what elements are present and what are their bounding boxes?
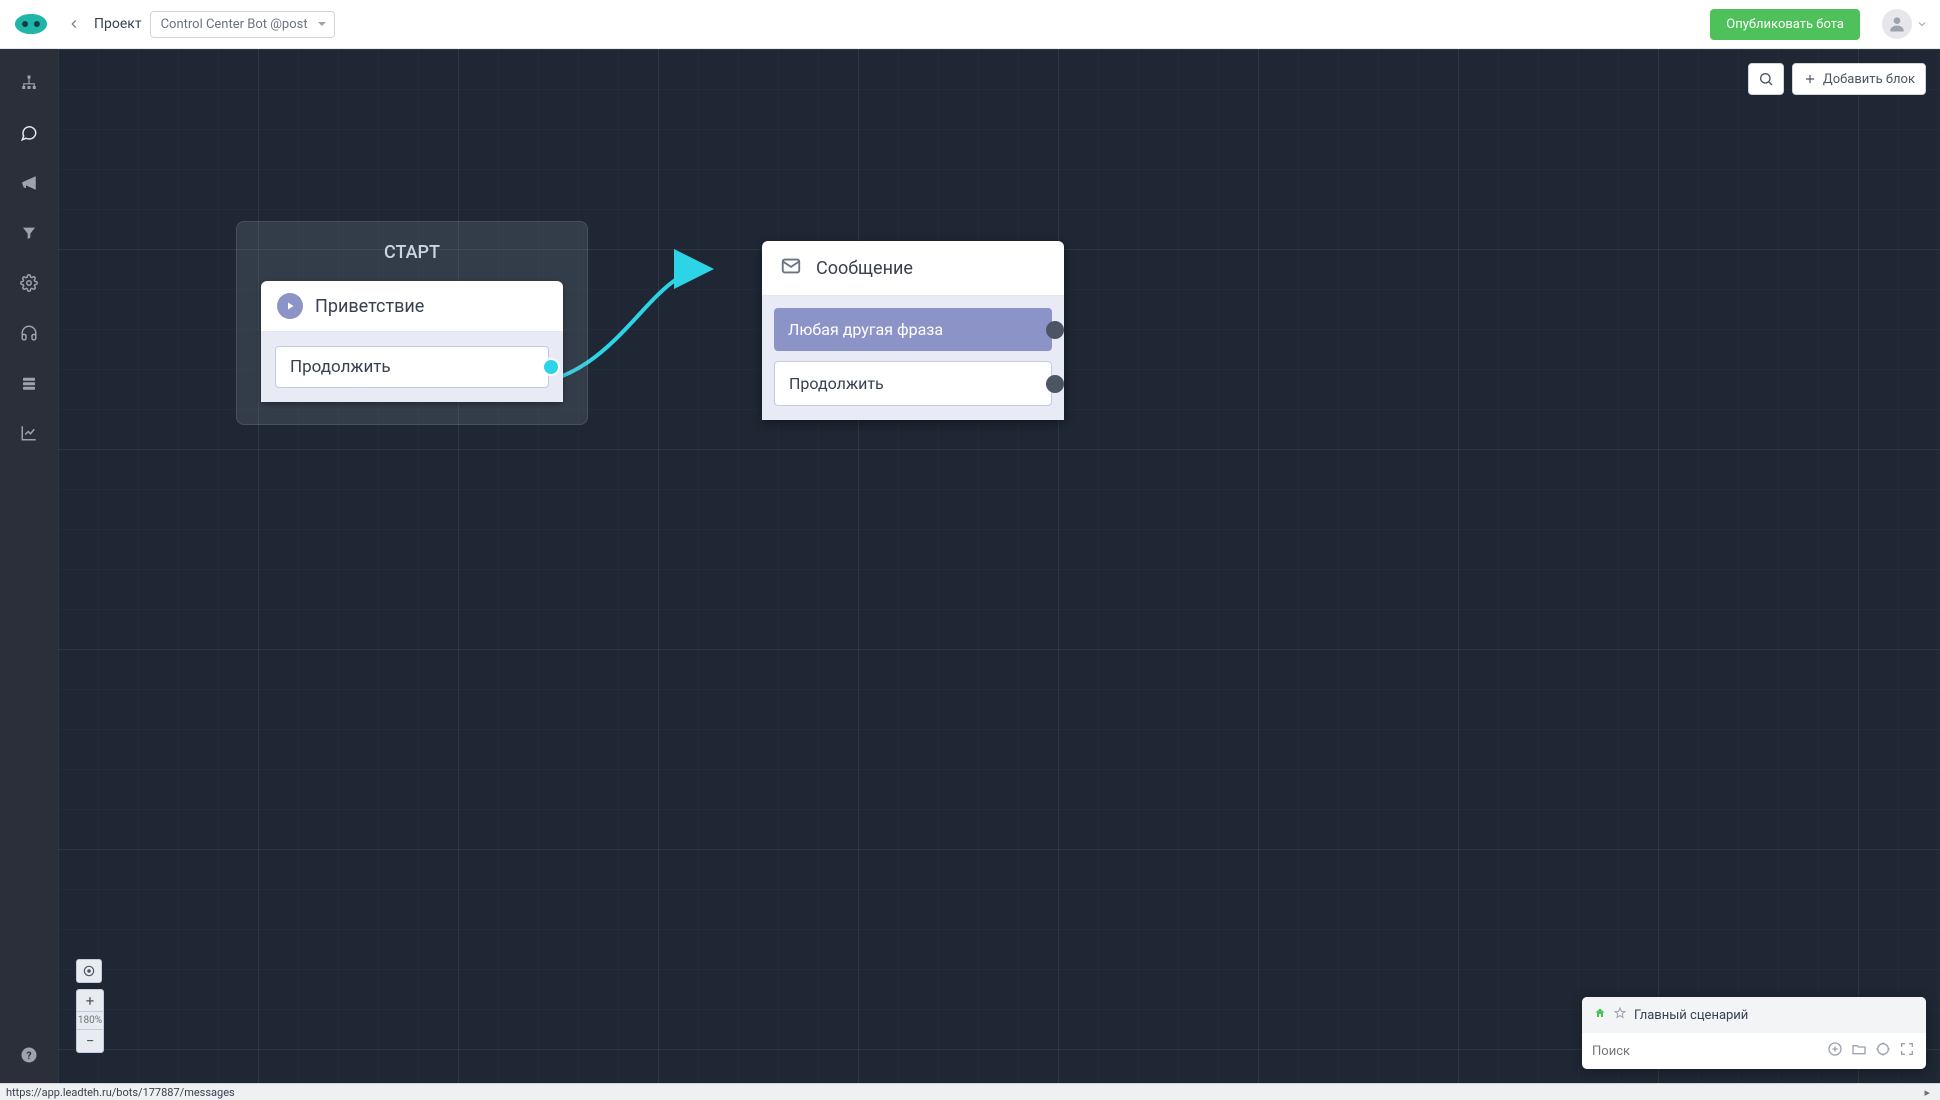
app-header: Проект Control Center Bot @post Опублико… [0, 0, 1940, 49]
scenario-panel: Главный сценарий [1582, 997, 1926, 1069]
scenario-title: Главный сценарий [1634, 1008, 1748, 1023]
project-selector[interactable]: Control Center Bot @post [150, 11, 335, 38]
start-group[interactable]: СТАРТ Приветствие Продолжить [236, 221, 588, 425]
avatar [1882, 9, 1912, 39]
sidebar-item-settings[interactable] [13, 267, 45, 299]
locate-button[interactable] [76, 959, 102, 983]
sidebar-item-database[interactable] [13, 367, 45, 399]
sidebar-item-broadcast[interactable] [13, 167, 45, 199]
back-button[interactable] [62, 12, 86, 36]
folder-icon[interactable] [1850, 1041, 1868, 1061]
sidebar-item-filter[interactable] [13, 217, 45, 249]
message-node-header: Сообщение [762, 241, 1064, 296]
add-block-button[interactable]: Добавить блок [1792, 63, 1926, 95]
user-menu[interactable] [1882, 9, 1928, 39]
project-label: Проект [94, 16, 142, 32]
start-group-title: СТАРТ [261, 242, 563, 263]
connector-line [58, 49, 1940, 1083]
continue-action-label: Продолжить [290, 357, 391, 377]
scenario-header[interactable]: Главный сценарий [1582, 997, 1926, 1033]
mail-icon [780, 255, 802, 281]
publish-button[interactable]: Опубликовать бота [1710, 9, 1860, 40]
left-sidebar: ? Сообщения [0, 49, 58, 1083]
message-row-2[interactable]: Продолжить [774, 361, 1052, 406]
sidebar-item-structure[interactable] [13, 67, 45, 99]
canvas-toolbar: Добавить блок [1748, 63, 1926, 95]
greeting-node-title: Приветствие [315, 296, 424, 317]
home-icon [1594, 1007, 1606, 1023]
zoom-in-button[interactable]: + [77, 990, 103, 1012]
status-url: https://app.leadteh.ru/bots/177887/messa… [6, 1086, 235, 1099]
add-block-label: Добавить блок [1823, 72, 1915, 87]
greeting-node-header: Приветствие [261, 281, 563, 332]
message-row-1[interactable]: Любая другая фраза [774, 308, 1052, 351]
sidebar-item-support[interactable] [13, 317, 45, 349]
output-port[interactable] [542, 358, 560, 376]
zoom-out-button[interactable]: − [77, 1030, 103, 1052]
greeting-node-body: Продолжить [261, 332, 563, 402]
sidebar-item-analytics[interactable] [13, 417, 45, 449]
help-button[interactable]: ? [13, 1039, 45, 1071]
status-bar: https://app.leadteh.ru/bots/177887/messa… [0, 1083, 1940, 1100]
chevron-down-icon [1916, 15, 1928, 34]
project-name: Control Center Bot @post [161, 17, 308, 32]
zoom-level: 180% [77, 1012, 103, 1030]
any-phrase-pill: Любая другая фраза [774, 308, 1052, 351]
star-icon [1614, 1007, 1626, 1023]
continue-action[interactable]: Продолжить [275, 346, 549, 388]
add-circle-icon[interactable] [1826, 1041, 1844, 1061]
scenario-search-row [1582, 1033, 1926, 1069]
output-port[interactable] [1046, 321, 1064, 339]
flow-canvas[interactable]: Добавить блок СТАРТ Приветствие [58, 49, 1940, 1083]
play-icon [277, 293, 303, 319]
svg-text:?: ? [26, 1049, 31, 1062]
message-node-title: Сообщение [816, 258, 913, 279]
message-node[interactable]: Сообщение Любая другая фраза Продолжить [762, 241, 1064, 420]
message-node-body: Любая другая фраза Продолжить [762, 296, 1064, 420]
sidebar-item-messages[interactable] [13, 117, 45, 149]
search-button[interactable] [1748, 63, 1784, 95]
zoom-controls: + 180% − [76, 959, 104, 1053]
scroll-indicator: ▸ [1924, 1086, 1934, 1099]
output-port[interactable] [1046, 375, 1064, 393]
greeting-node[interactable]: Приветствие Продолжить [261, 281, 563, 402]
target-icon[interactable] [1874, 1041, 1892, 1061]
app-logo [12, 5, 50, 43]
continue-pill: Продолжить [774, 361, 1052, 406]
scenario-search-input[interactable] [1592, 1044, 1820, 1059]
fullscreen-icon[interactable] [1898, 1041, 1916, 1061]
